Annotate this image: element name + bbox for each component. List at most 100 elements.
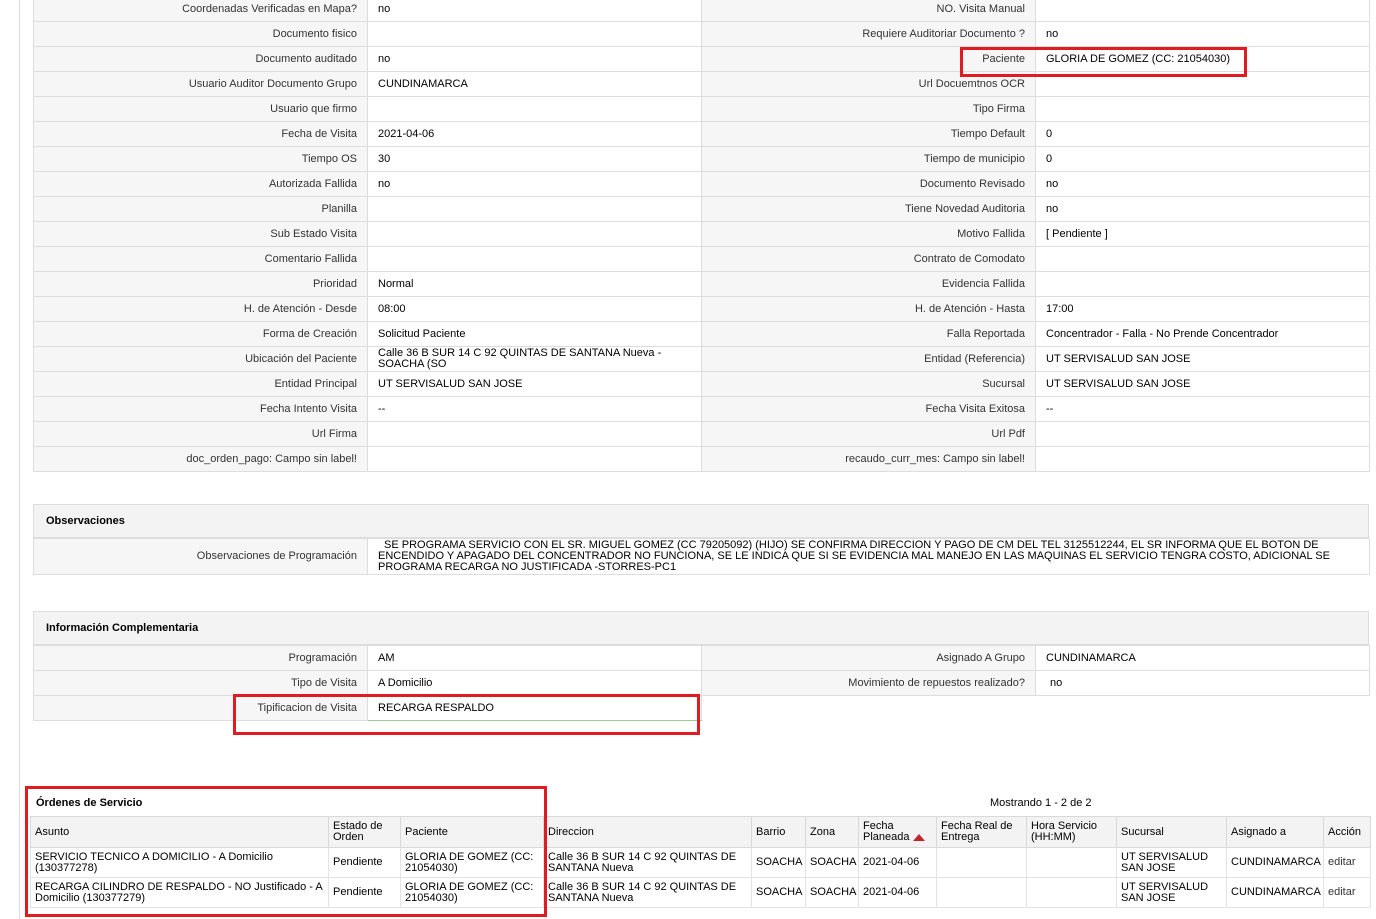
field-value: Calle 36 B SUR 14 C 92 QUINTAS DE SANTAN… xyxy=(367,346,702,372)
cell-asunto: RECARGA CILINDRO DE RESPALDO - NO Justif… xyxy=(30,877,329,908)
field-label: Tiempo de municipio xyxy=(701,146,1036,172)
detail-row: Fecha de Visita 2021-04-06 Tiempo Default 0 xyxy=(33,121,1370,147)
field-label: Fecha Visita Exitosa xyxy=(701,396,1036,422)
field-label: Tiempo OS xyxy=(33,146,368,172)
col-header-direccion[interactable]: Direccion xyxy=(543,816,752,848)
field-label: Entidad Principal xyxy=(33,371,368,397)
info-complementaria-section: Información Complementaria Programación … xyxy=(33,611,1370,721)
empty-cell xyxy=(1035,695,1370,721)
cell-sucursal: UT SERVISALUD SAN JOSE xyxy=(1116,847,1227,878)
col-header-fecha-real[interactable]: Fecha Real de Entrega xyxy=(936,816,1027,848)
cell-barrio: SOACHA xyxy=(751,877,806,908)
observaciones-title: Observaciones xyxy=(33,504,1369,538)
field-value: no xyxy=(367,46,702,72)
field-value xyxy=(1035,0,1370,22)
cell-fecha: 2021-04-06 xyxy=(858,847,937,878)
field-value: no xyxy=(1035,670,1370,696)
field-label: Entidad (Referencia) xyxy=(701,346,1036,372)
cell-direccion: Calle 36 B SUR 14 C 92 QUINTAS DE SANTAN… xyxy=(543,877,752,908)
cell-zona: SOACHA xyxy=(805,877,859,908)
field-label: Contrato de Comodato xyxy=(701,246,1036,272)
field-value: 17:00 xyxy=(1035,296,1370,322)
field-value: AM xyxy=(367,645,702,671)
field-value: 0 xyxy=(1035,146,1370,172)
detail-row: Usuario que firmo Tipo Firma xyxy=(33,96,1370,122)
field-value xyxy=(367,96,702,122)
field-label: Tipificacion de Visita xyxy=(33,695,368,721)
field-label: Documento fisico xyxy=(33,21,368,47)
field-value: Solicitud Paciente xyxy=(367,321,702,347)
info-table: Programación AM Asignado A Grupo CUNDINA… xyxy=(33,645,1370,721)
col-header-asunto[interactable]: Asunto xyxy=(30,816,329,848)
field-label: Coordenadas Verificadas en Mapa? xyxy=(33,0,368,22)
col-header-accion: Acción xyxy=(1323,816,1371,848)
col-header-paciente[interactable]: Paciente xyxy=(400,816,544,848)
cell-estado: Pendiente xyxy=(328,877,401,908)
field-value xyxy=(367,221,702,247)
field-value xyxy=(367,21,702,47)
field-value: CUNDINAMARCA xyxy=(1035,645,1370,671)
observaciones-section: Observaciones Observaciones de Programac… xyxy=(33,504,1370,575)
edit-link[interactable]: editar xyxy=(1328,886,1356,898)
col-header-estado[interactable]: Estado de Orden xyxy=(328,816,401,848)
col-header-sucursal[interactable]: Sucursal xyxy=(1116,816,1227,848)
col-header-barrio[interactable]: Barrio xyxy=(751,816,806,848)
field-value: 30 xyxy=(367,146,702,172)
col-header-asignado[interactable]: Asignado a xyxy=(1226,816,1324,848)
ordenes-servicio-section: Órdenes de Servicio Mostrando 1 - 2 de 2… xyxy=(30,790,1371,908)
field-label: Falla Reportada xyxy=(701,321,1036,347)
field-value: UT SERVISALUD SAN JOSE xyxy=(1035,346,1370,372)
cell-paciente: GLORIA DE GOMEZ (CC: 21054030) xyxy=(400,877,544,908)
field-value: Concentrador - Falla - No Prende Concent… xyxy=(1035,321,1370,347)
cell-hora xyxy=(1026,847,1117,878)
field-value: Normal xyxy=(367,271,702,297)
field-label: Usuario que firmo xyxy=(33,96,368,122)
empty-cell xyxy=(701,695,1036,721)
orders-table: Asunto Estado de Orden Paciente Direccio… xyxy=(30,816,1371,908)
field-label: Programación xyxy=(33,645,368,671)
detail-row: Documento fisico Requiere Auditoriar Docu… xyxy=(33,21,1370,47)
cell-asignado: CUNDINAMARCA xyxy=(1226,877,1324,908)
cell-asunto: SERVICIO TECNICO A DOMICILIO - A Domicil… xyxy=(30,847,329,878)
field-label: Url Pdf xyxy=(701,421,1036,447)
field-label: Url Firma xyxy=(33,421,368,447)
field-value: GLORIA DE GOMEZ (CC: 21054030) xyxy=(1035,46,1370,72)
detail-row: Fecha Intento Visita -- Fecha Visita Exito… xyxy=(33,396,1370,422)
left-border xyxy=(19,0,20,919)
col-header-zona[interactable]: Zona xyxy=(805,816,859,848)
detail-row: doc_orden_pago: Campo sin label! recaudo_… xyxy=(33,446,1370,472)
detail-row: Prioridad Normal Evidencia Fallida xyxy=(33,271,1370,297)
observaciones-value: SE PROGRAMA SERVICIO CON EL SR. MIGUEL G… xyxy=(367,538,1370,575)
field-label: Sucursal xyxy=(701,371,1036,397)
field-label: Requiere Auditoriar Documento ? xyxy=(701,21,1036,47)
field-label: Tiempo Default xyxy=(701,121,1036,147)
edit-link[interactable]: editar xyxy=(1328,856,1356,868)
detail-row: Planilla Tiene Novedad Auditoria no xyxy=(33,196,1370,222)
field-label: Planilla xyxy=(33,196,368,222)
cell-fecha-real xyxy=(936,847,1027,878)
detail-row: H. de Atención - Desde 08:00 H. de Atenció… xyxy=(33,296,1370,322)
field-value xyxy=(1035,246,1370,272)
table-row: RECARGA CILINDRO DE RESPALDO - NO Justif… xyxy=(30,877,1371,908)
table-row: SERVICIO TECNICO A DOMICILIO - A Domicil… xyxy=(30,847,1371,878)
details-table: Coordenadas Verificadas en Mapa? no NO. Vi… xyxy=(33,0,1370,472)
field-value: no xyxy=(367,171,702,197)
field-value: no xyxy=(1035,196,1370,222)
field-value: 0 xyxy=(1035,121,1370,147)
cell-zona: SOACHA xyxy=(805,847,859,878)
field-label: Movimiento de repuestos realizado? xyxy=(701,670,1036,696)
cell-barrio: SOACHA xyxy=(751,847,806,878)
visit-details: Coordenadas Verificadas en Mapa? no NO. Vi… xyxy=(33,0,1370,472)
field-value xyxy=(1035,446,1370,472)
detail-row: Autorizada Fallida no Documento Revisado no xyxy=(33,171,1370,197)
orders-title: Órdenes de Servicio xyxy=(36,797,143,809)
col-header-hora[interactable]: Hora Servicio (HH:MM) xyxy=(1026,816,1117,848)
cell-direccion: Calle 36 B SUR 14 C 92 QUINTAS DE SANTAN… xyxy=(543,847,752,878)
field-label: Fecha de Visita xyxy=(33,121,368,147)
field-label: Ubicación del Paciente xyxy=(33,346,368,372)
detail-row: Usuario Auditor Documento Grupo CUNDINAMA… xyxy=(33,71,1370,97)
field-label: Comentario Fallida xyxy=(33,246,368,272)
info-title: Información Complementaria xyxy=(33,611,1369,645)
cell-paciente: GLORIA DE GOMEZ (CC: 21054030) xyxy=(400,847,544,878)
col-header-fecha-planeada[interactable]: Fecha Planeada xyxy=(858,816,937,848)
